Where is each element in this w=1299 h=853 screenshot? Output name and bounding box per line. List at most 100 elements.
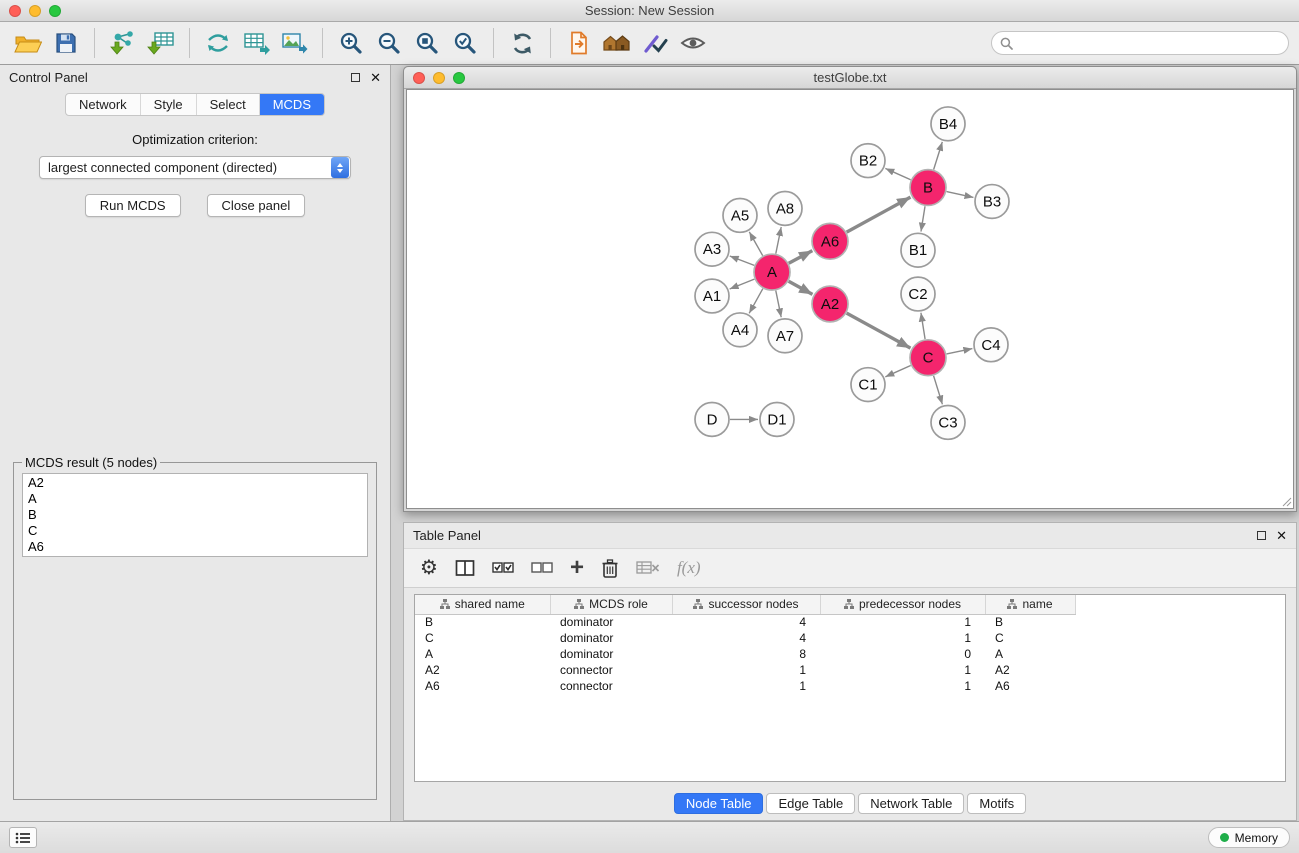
graph-edge[interactable] <box>934 142 943 170</box>
column-header-mcds-role[interactable]: MCDS role <box>550 595 672 614</box>
table-row[interactable]: A6connector11A6 <box>415 678 1075 694</box>
graph-node[interactable]: A5 <box>723 198 757 232</box>
graph-edge[interactable] <box>934 376 943 405</box>
table-cell[interactable]: 1 <box>672 678 820 694</box>
graph-edge[interactable] <box>847 197 911 232</box>
mcds-result-item[interactable]: B <box>28 507 362 523</box>
graph-node[interactable]: C3 <box>931 405 965 439</box>
graph-edge[interactable] <box>730 256 755 265</box>
tab-style[interactable]: Style <box>141 94 197 115</box>
graph-node[interactable]: D <box>695 403 729 437</box>
deselect-all-button[interactable] <box>531 559 553 577</box>
mcds-result-list[interactable]: A2ABCA6 <box>22 473 368 557</box>
graph-node[interactable]: C4 <box>974 328 1008 362</box>
zoom-fit-button[interactable] <box>409 25 445 61</box>
close-panel-button[interactable]: Close panel <box>207 194 306 217</box>
table-cell[interactable]: 1 <box>820 662 985 678</box>
column-header-predecessor-nodes[interactable]: predecessor nodes <box>820 595 985 614</box>
tab-node-table[interactable]: Node Table <box>674 793 764 814</box>
close-panel-icon[interactable]: ✕ <box>370 71 381 84</box>
graph-node[interactable]: B <box>910 170 946 206</box>
table-cell[interactable]: A2 <box>415 662 550 678</box>
table-cell[interactable]: 0 <box>820 646 985 662</box>
zoom-selected-button[interactable] <box>447 25 483 61</box>
graph-edge[interactable] <box>847 313 911 348</box>
close-window-button[interactable] <box>9 5 21 17</box>
import-table-button[interactable] <box>143 25 179 61</box>
save-session-button[interactable] <box>48 25 84 61</box>
table-cell[interactable]: dominator <box>550 630 672 646</box>
select-all-button[interactable] <box>492 559 514 577</box>
graph-node[interactable]: B3 <box>975 185 1009 219</box>
graph-edge[interactable] <box>921 206 925 231</box>
search-input[interactable] <box>1018 36 1280 51</box>
table-row[interactable]: Adominator80A <box>415 646 1075 662</box>
graph-edge[interactable] <box>776 291 781 318</box>
graph-node[interactable]: C2 <box>901 277 935 311</box>
table-cell[interactable]: dominator <box>550 614 672 630</box>
graph-edge[interactable] <box>885 365 910 376</box>
graph-node[interactable]: A2 <box>812 286 848 322</box>
table-cell[interactable]: 4 <box>672 614 820 630</box>
table-row[interactable]: Bdominator41B <box>415 614 1075 630</box>
network-canvas[interactable]: B4B2BB3B1A5A8A6A3AA1A2A4A7C2C4CC1C3DD1 <box>406 89 1294 509</box>
graph-node[interactable]: A8 <box>768 192 802 226</box>
table-cell[interactable]: 1 <box>820 678 985 694</box>
table-cell[interactable]: connector <box>550 678 672 694</box>
resize-grip-icon[interactable] <box>1280 495 1292 507</box>
table-row[interactable]: Cdominator41C <box>415 630 1075 646</box>
mcds-result-item[interactable]: C <box>28 523 362 539</box>
tab-edge-table[interactable]: Edge Table <box>766 793 855 814</box>
show-columns-button[interactable] <box>455 559 475 577</box>
export-network-button[interactable] <box>200 25 236 61</box>
graph-edge[interactable] <box>776 227 781 254</box>
delete-column-button[interactable] <box>601 558 619 579</box>
graph-edge[interactable] <box>789 251 813 264</box>
graph-edge[interactable] <box>730 279 755 289</box>
table-cell[interactable]: connector <box>550 662 672 678</box>
table-cell[interactable]: A <box>985 646 1075 662</box>
tab-select[interactable]: Select <box>197 94 260 115</box>
minimize-window-button[interactable] <box>29 5 41 17</box>
column-header-shared-name[interactable]: shared name <box>415 595 550 614</box>
network-zoom-button[interactable] <box>453 72 465 84</box>
table-cell[interactable]: A2 <box>985 662 1075 678</box>
graph-node[interactable]: A <box>754 254 790 290</box>
float-table-panel-icon[interactable] <box>1257 531 1266 540</box>
graph-node[interactable]: A4 <box>723 313 757 347</box>
table-cell[interactable]: A6 <box>415 678 550 694</box>
refresh-layout-button[interactable] <box>504 25 540 61</box>
table-row[interactable]: A2connector11A2 <box>415 662 1075 678</box>
graph-node[interactable]: D1 <box>760 403 794 437</box>
home-button[interactable] <box>599 25 635 61</box>
tab-network[interactable]: Network <box>66 94 141 115</box>
graph-node[interactable]: B4 <box>931 107 965 141</box>
graph-node[interactable]: A1 <box>695 279 729 313</box>
graph-node[interactable]: C1 <box>851 368 885 402</box>
criterion-dropdown[interactable]: largest connected component (directed) <box>39 156 351 179</box>
table-cell[interactable]: dominator <box>550 646 672 662</box>
column-header-name[interactable]: name <box>985 595 1075 614</box>
mcds-result-item[interactable]: A <box>28 491 362 507</box>
table-cell[interactable]: B <box>985 614 1075 630</box>
table-settings-button[interactable]: ⚙ <box>420 558 438 578</box>
export-table-button[interactable] <box>238 25 274 61</box>
graph-node[interactable]: A3 <box>695 232 729 266</box>
table-cell[interactable]: 1 <box>672 662 820 678</box>
table-cell[interactable]: C <box>985 630 1075 646</box>
zoom-in-button[interactable] <box>333 25 369 61</box>
import-network-button[interactable] <box>105 25 141 61</box>
graph-node[interactable]: A7 <box>768 319 802 353</box>
delete-table-button[interactable] <box>636 560 660 576</box>
graph-edge[interactable] <box>947 192 974 198</box>
graph-node[interactable]: B2 <box>851 144 885 178</box>
memory-button[interactable]: Memory <box>1208 827 1290 848</box>
table-cell[interactable]: C <box>415 630 550 646</box>
zoom-out-button[interactable] <box>371 25 407 61</box>
table-cell[interactable]: 8 <box>672 646 820 662</box>
tab-network-table[interactable]: Network Table <box>858 793 964 814</box>
column-header-successor-nodes[interactable]: successor nodes <box>672 595 820 614</box>
graph-edge[interactable] <box>789 281 813 294</box>
mcds-result-item[interactable]: A6 <box>28 539 362 555</box>
mcds-result-item[interactable]: A2 <box>28 475 362 491</box>
